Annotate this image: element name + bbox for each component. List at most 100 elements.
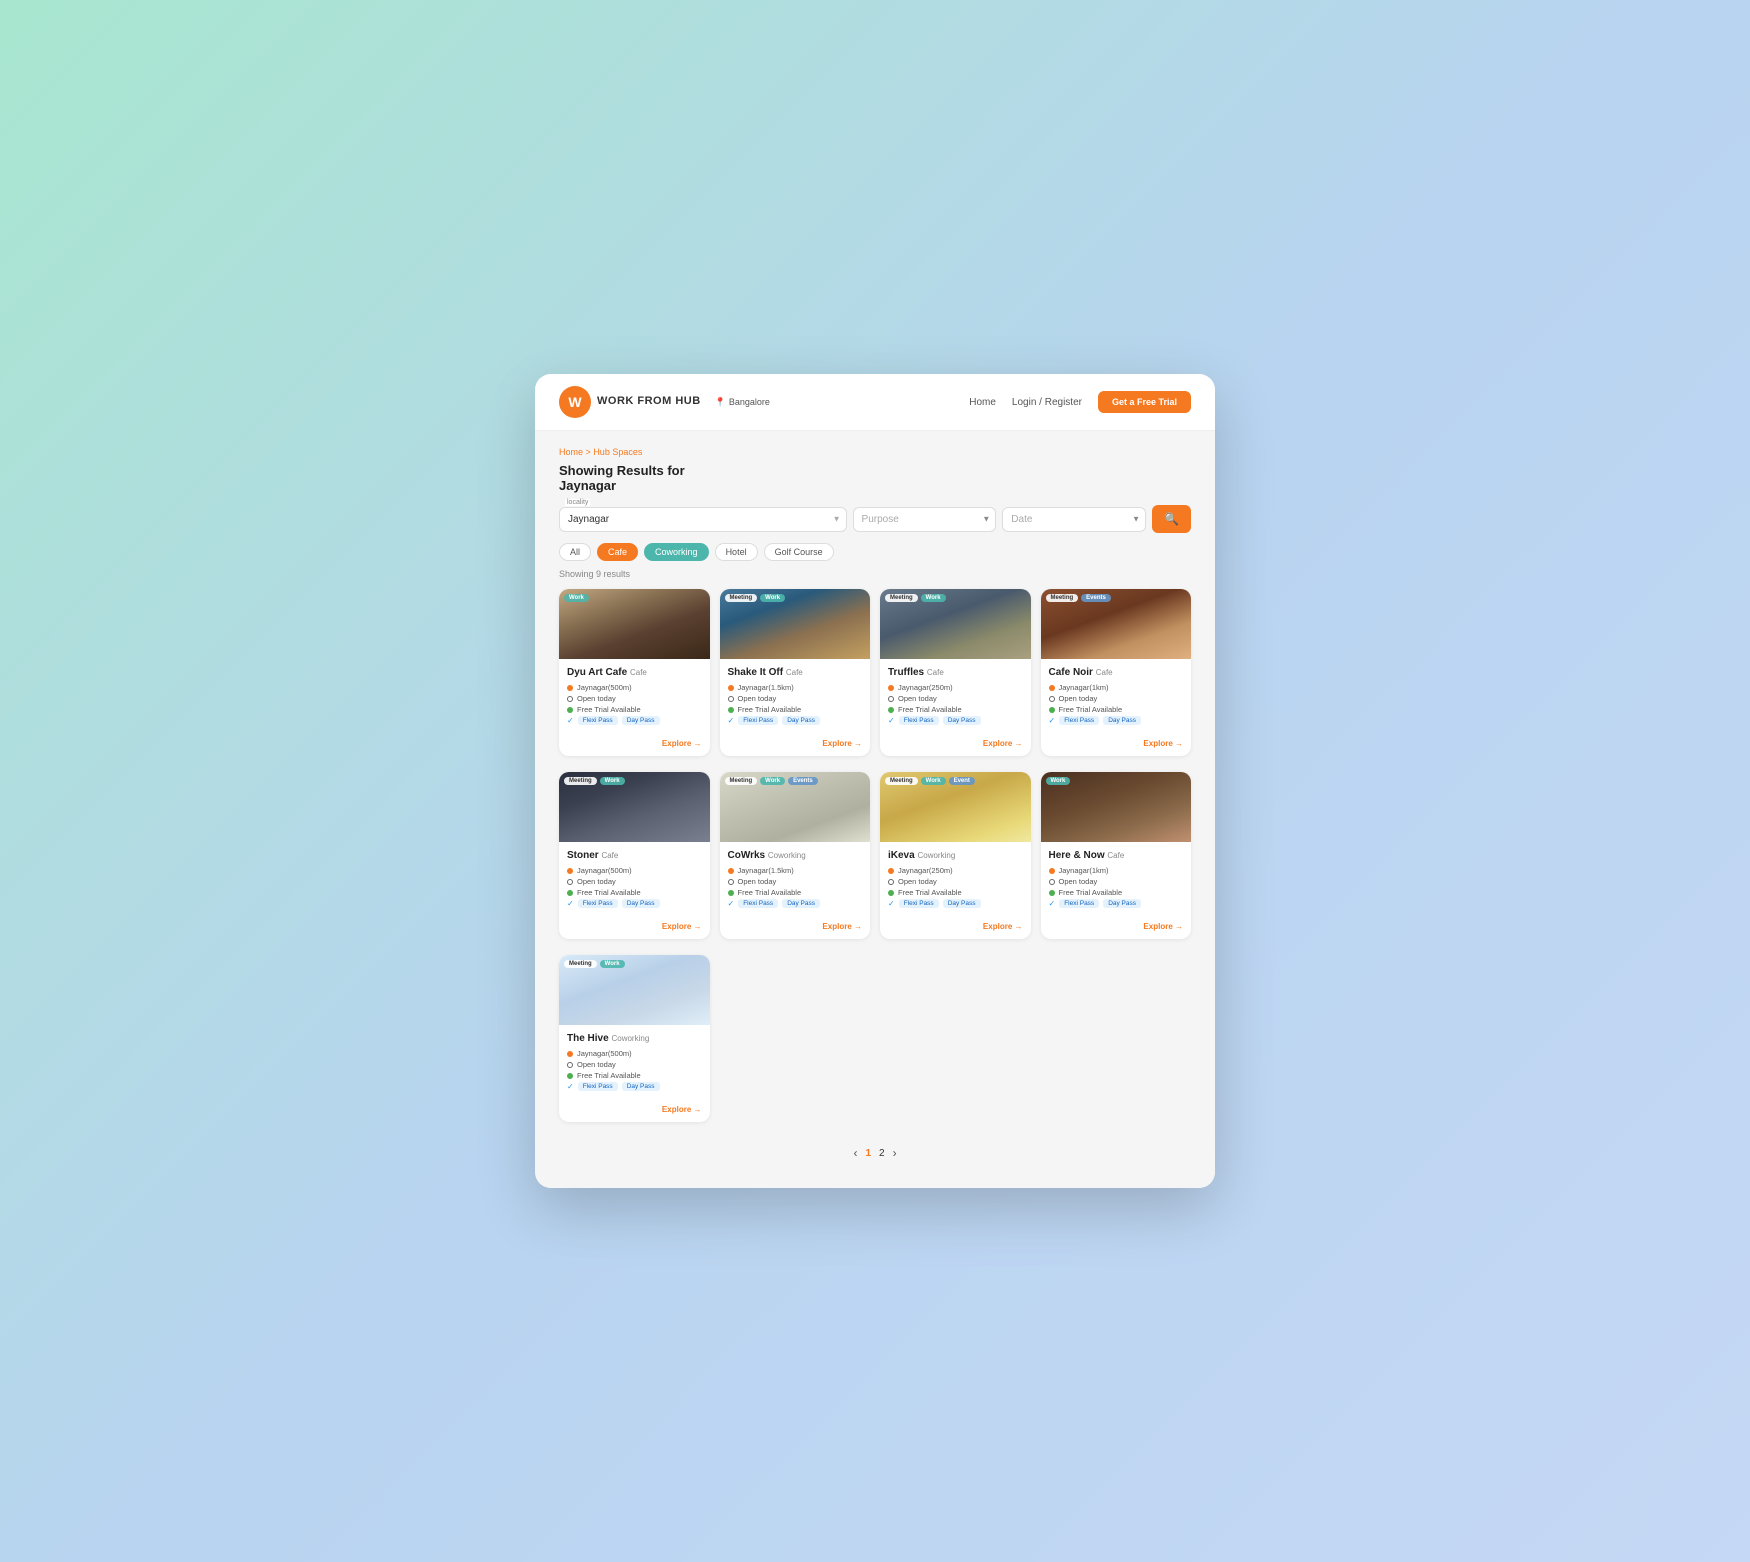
date-dropdown[interactable]: Date [1002, 507, 1146, 532]
card-name: Dyu Art Cafe Cafe [567, 667, 702, 678]
explore-link[interactable]: Explore → [1143, 922, 1183, 931]
hours-text: Open today [1059, 877, 1098, 886]
hours-text: Open today [577, 877, 616, 886]
tag-meeting: Meeting [725, 777, 758, 785]
logo-text: WORK FROM HUB [597, 395, 701, 408]
search-input[interactable] [559, 507, 847, 532]
card-type: Cafe [927, 668, 944, 677]
card-name: iKeva Coworking [888, 850, 1023, 861]
breadcrumb: Home > Hub Spaces [559, 447, 1191, 457]
main-content: Home > Hub Spaces Showing Results for Ja… [535, 431, 1215, 1188]
location-text: Jaynagar(500m) [577, 683, 632, 692]
page-1[interactable]: 1 [865, 1148, 871, 1159]
card-type: Cafe [1107, 851, 1124, 860]
browser-window: W WORK FROM HUB 📍 Bangalore Home Login /… [535, 374, 1215, 1188]
breadcrumb-current: Hub Spaces [593, 447, 642, 457]
explore-link[interactable]: Explore → [822, 922, 862, 931]
location-text: Jaynagar(500m) [577, 1049, 632, 1058]
trial-text: Free Trial Available [1059, 888, 1123, 897]
filter-tab-all[interactable]: All [559, 543, 591, 561]
flexi-pass: Flexi Pass [738, 899, 778, 908]
card-info: Jaynagar(1.5km) Open today Free Trial Av… [728, 683, 863, 725]
pin-icon: 📍 [715, 397, 726, 408]
tag-work: Work [1046, 777, 1071, 785]
home-link[interactable]: Home [969, 397, 996, 408]
login-register-link[interactable]: Login / Register [1012, 397, 1082, 408]
location-dot [567, 685, 573, 691]
tag-work: Work [921, 594, 946, 602]
card-type: Cafe [786, 668, 803, 677]
flexi-pass: Flexi Pass [1059, 716, 1099, 725]
next-page-button[interactable]: › [893, 1146, 897, 1160]
location-text: Jaynagar(250m) [898, 683, 953, 692]
filter-tab-hotel[interactable]: Hotel [715, 543, 758, 561]
cards-grid-row1: Work Dyu Art Cafe Cafe Jaynagar(500m) Op… [559, 589, 1191, 756]
breadcrumb-separator: > [586, 447, 591, 457]
trial-text: Free Trial Available [577, 1071, 641, 1080]
flexi-pass: Flexi Pass [899, 716, 939, 725]
tag-work: Work [564, 594, 589, 602]
explore-link[interactable]: Explore → [662, 922, 702, 931]
passes-row: ✓ Flexi Pass Day Pass [567, 716, 702, 725]
breadcrumb-home[interactable]: Home [559, 447, 583, 457]
flexi-pass: Flexi Pass [738, 716, 778, 725]
trial-text: Free Trial Available [738, 888, 802, 897]
location-badge: 📍 Bangalore [715, 397, 770, 408]
date-dropdown-wrap: Date ▼ [1002, 507, 1146, 532]
location-text: Jaynagar(1km) [1059, 866, 1109, 875]
location-text: Jaynagar(1.5km) [738, 866, 794, 875]
card-type: Cafe [630, 668, 647, 677]
pagination: ‹ 1 2 › [559, 1138, 1191, 1164]
explore-link[interactable]: Explore → [662, 739, 702, 748]
location-row: Jaynagar(500m) [567, 683, 702, 692]
explore-link[interactable]: Explore → [983, 739, 1023, 748]
card-type: Coworking [611, 1034, 649, 1043]
filter-tab-cafe[interactable]: Cafe [597, 543, 638, 561]
card-info: Jaynagar(500m) Open today Free Trial Ava… [567, 683, 702, 725]
trial-text: Free Trial Available [1059, 705, 1123, 714]
explore-link[interactable]: Explore → [1143, 739, 1183, 748]
day-pass: Day Pass [1103, 716, 1141, 725]
card-truffles: Meeting Work Truffles Cafe Jaynagar(250m… [880, 589, 1031, 756]
explore-link[interactable]: Explore → [822, 739, 862, 748]
day-pass: Day Pass [1103, 899, 1141, 908]
trial-text: Free Trial Available [898, 888, 962, 897]
card-cafe-noir: Meeting Events Cafe Noir Cafe Jaynagar(1… [1041, 589, 1192, 756]
filter-tab-golf[interactable]: Golf Course [764, 543, 834, 561]
explore-link[interactable]: Explore → [983, 922, 1023, 931]
search-input-wrap: locality ▼ [559, 507, 847, 532]
card-ikeva: Meeting Work Event iKeva Coworking Jayna… [880, 772, 1031, 939]
explore-link[interactable]: Explore → [662, 1105, 702, 1114]
purpose-dropdown[interactable]: Purpose [853, 507, 997, 532]
card-name: Here & Now Cafe [1049, 850, 1184, 861]
tag-work: Work [600, 777, 625, 785]
page-2[interactable]: 2 [879, 1148, 885, 1159]
get-free-trial-button[interactable]: Get a Free Trial [1098, 391, 1191, 413]
card-image-hive: Meeting Work [559, 955, 710, 1025]
location-text: Jaynagar(1km) [1059, 683, 1109, 692]
card-name: Shake It Off Cafe [728, 667, 863, 678]
tag-meeting: Meeting [725, 594, 758, 602]
nav-links: Home Login / Register Get a Free Trial [969, 391, 1191, 413]
prev-page-button[interactable]: ‹ [853, 1146, 857, 1160]
location-text: Jaynagar(1.5km) [738, 683, 794, 692]
search-button[interactable]: 🔍 [1152, 505, 1191, 533]
location-text: Jaynagar(500m) [577, 866, 632, 875]
check-icon: ✓ [567, 716, 574, 725]
page-title: Showing Results for Jaynagar [559, 463, 1191, 493]
filter-tabs: All Cafe Coworking Hotel Golf Course [559, 543, 1191, 561]
time-dot [567, 696, 573, 702]
filter-tab-coworking[interactable]: Coworking [644, 543, 709, 561]
flexi-pass: Flexi Pass [578, 899, 618, 908]
hours-row: Open today [567, 694, 702, 703]
cards-grid-row3: Meeting Work The Hive Coworking Jaynagar… [559, 955, 1191, 1122]
day-pass: Day Pass [782, 716, 820, 725]
card-name: Cafe Noir Cafe [1049, 667, 1184, 678]
flexi-pass: Flexi Pass [578, 1082, 618, 1091]
tag-meeting: Meeting [564, 777, 597, 785]
card-image-truffles: Meeting Work [880, 589, 1031, 659]
tag-meeting: Meeting [885, 777, 918, 785]
hours-text: Open today [577, 694, 616, 703]
card-name: Truffles Cafe [888, 667, 1023, 678]
card-here-and-now: Work Here & Now Cafe Jaynagar(1km) Open … [1041, 772, 1192, 939]
